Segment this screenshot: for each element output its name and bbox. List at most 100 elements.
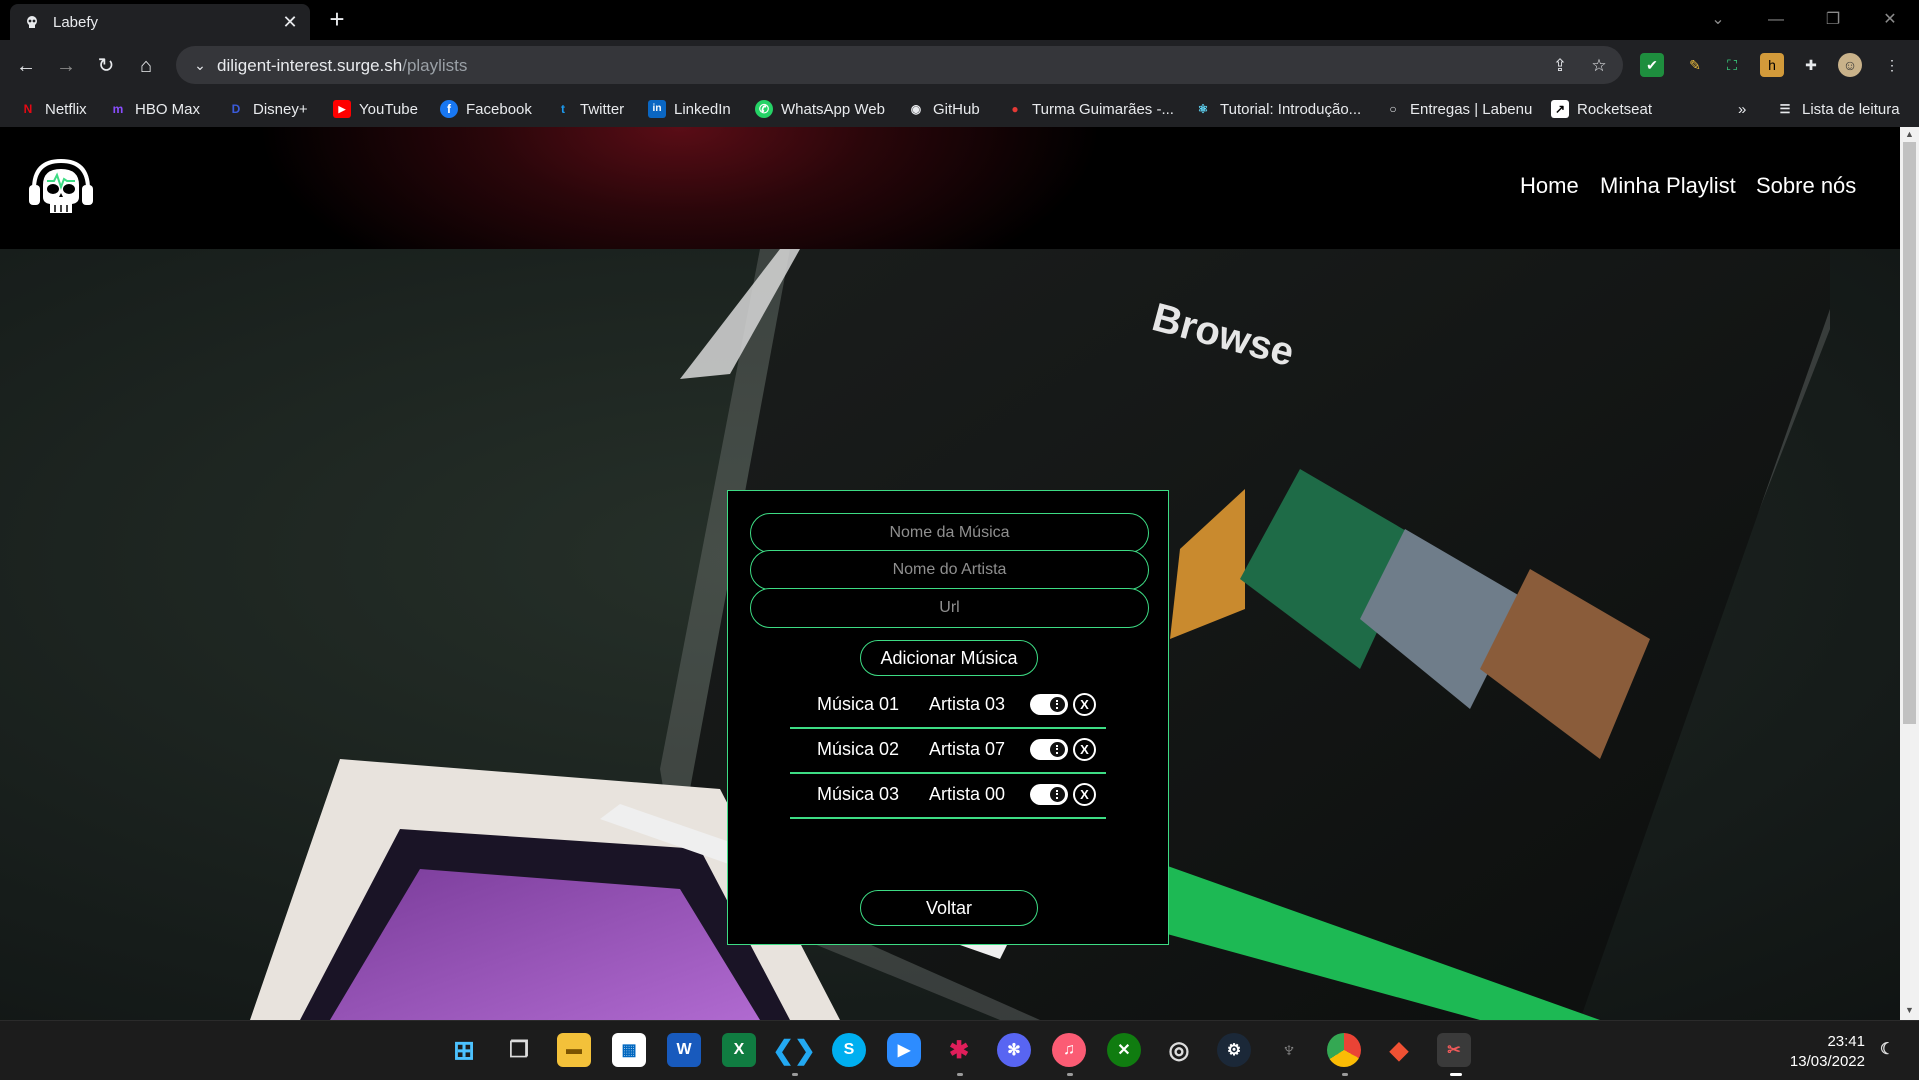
extensions-puzzle-icon[interactable]: ✚ bbox=[1799, 53, 1823, 77]
page-scrollbar[interactable]: ▲ ▼ bbox=[1900, 127, 1919, 1020]
new-tab-icon[interactable]: + bbox=[324, 6, 350, 33]
share-icon[interactable]: ⇪ bbox=[1549, 55, 1571, 77]
ms-store-icon[interactable]: ▦ bbox=[612, 1033, 646, 1067]
tab-search-icon[interactable]: ⌄ bbox=[1706, 8, 1730, 32]
scrollbar-thumb[interactable] bbox=[1903, 142, 1916, 724]
word-icon[interactable]: W bbox=[667, 1033, 701, 1067]
running-indicator bbox=[957, 1073, 963, 1076]
running-indicator bbox=[1342, 1073, 1348, 1076]
running-indicator bbox=[792, 1073, 798, 1076]
toggle-knob-icon bbox=[1050, 697, 1065, 712]
nav-minha-playlist[interactable]: Minha Playlist bbox=[1600, 173, 1736, 199]
zoom-icon[interactable]: ▶ bbox=[887, 1033, 921, 1067]
play-toggle[interactable] bbox=[1030, 694, 1068, 715]
nav-sobre-nos[interactable]: Sobre nós bbox=[1756, 173, 1856, 199]
facebook-icon: f bbox=[440, 100, 458, 118]
bookmark-linkedin[interactable]: in LinkedIn bbox=[648, 99, 731, 119]
apple-red-icon: ● bbox=[1011, 102, 1019, 116]
skull-favicon-icon bbox=[27, 16, 37, 28]
play-toggle[interactable] bbox=[1030, 739, 1068, 760]
delete-track-button[interactable]: X bbox=[1073, 693, 1096, 716]
tab-labefy[interactable]: Labefy ✕ bbox=[10, 4, 310, 40]
scroll-down-icon[interactable]: ▼ bbox=[1904, 1005, 1915, 1016]
play-toggle[interactable] bbox=[1030, 784, 1068, 805]
profile-avatar[interactable]: ☺ bbox=[1838, 53, 1862, 77]
add-music-button[interactable]: Adicionar Música bbox=[860, 640, 1038, 676]
delete-track-button[interactable]: X bbox=[1073, 783, 1096, 806]
track-artist-name: Artista 00 bbox=[929, 784, 1006, 804]
task-view-icon[interactable]: ❐ bbox=[502, 1033, 536, 1067]
close-tab-icon[interactable]: ✕ bbox=[280, 12, 300, 32]
nav-home[interactable]: Home bbox=[1520, 173, 1579, 199]
hero-background-photo: Browse Adicionar Música Música 01 Artist… bbox=[0, 249, 1900, 1020]
excel-icon[interactable]: X bbox=[722, 1033, 756, 1067]
track-row: Música 02 Artista 07 X bbox=[790, 729, 1106, 774]
bookmark-rocketseat[interactable]: ↗ Rocketseat bbox=[1551, 99, 1652, 119]
delete-track-button[interactable]: X bbox=[1073, 738, 1096, 761]
url-input[interactable] bbox=[750, 588, 1149, 628]
windows-start-icon[interactable]: ⊞ bbox=[447, 1033, 481, 1067]
system-clock[interactable]: 23:41 13/03/2022 bbox=[1790, 1032, 1865, 1072]
steam-icon[interactable]: ⚙ bbox=[1217, 1033, 1251, 1067]
bookmark-disney-plus[interactable]: D Disney+ bbox=[227, 99, 308, 119]
bookmark-turma-guimaraes[interactable]: ● Turma Guimarães -... bbox=[1006, 99, 1174, 119]
bookmark-twitter[interactable]: t Twitter bbox=[554, 99, 624, 119]
xbox-icon[interactable]: ✕ bbox=[1107, 1033, 1141, 1067]
reload-icon[interactable]: ↻ bbox=[92, 52, 120, 80]
vscode-icon[interactable]: ❮❯ bbox=[772, 1033, 816, 1067]
track-song-name: Música 02 bbox=[817, 739, 900, 759]
bookmark-youtube[interactable]: ▶ YouTube bbox=[333, 99, 418, 119]
twitter-icon: t bbox=[561, 102, 565, 116]
reading-list[interactable]: ☰ Lista de leitura bbox=[1776, 99, 1900, 119]
address-bar[interactable]: ⌄ diligent-interest.surge.sh/playlists ⇪… bbox=[176, 46, 1623, 84]
back-button[interactable]: Voltar bbox=[860, 890, 1038, 926]
toggle-knob-icon bbox=[1050, 742, 1065, 757]
git-kraken-icon[interactable]: ◆ bbox=[1382, 1033, 1416, 1067]
scroll-up-icon[interactable]: ▲ bbox=[1904, 129, 1915, 140]
screenshot-extension-icon[interactable]: ⛶ bbox=[1720, 53, 1744, 77]
skull-headphones-logo[interactable] bbox=[26, 153, 96, 223]
menu-kebab-icon[interactable]: ⋮ bbox=[1880, 53, 1904, 77]
bookmark-netflix[interactable]: N Netflix bbox=[19, 99, 87, 119]
clock-date: 13/03/2022 bbox=[1789, 1053, 1865, 1070]
slack-icon[interactable]: ✱ bbox=[942, 1033, 976, 1067]
chrome-icon[interactable] bbox=[1327, 1033, 1361, 1067]
tools-extension-icon[interactable]: ✎ bbox=[1683, 53, 1707, 77]
notification-icon[interactable]: ☾ bbox=[1873, 1035, 1901, 1063]
artist-name-input[interactable] bbox=[750, 550, 1149, 590]
bookmark-entregas-labenu[interactable]: ○ Entregas | Labenu bbox=[1384, 99, 1532, 119]
bookmarks-overflow-icon[interactable]: » bbox=[1738, 99, 1746, 119]
bookmark-github[interactable]: ◉ GitHub bbox=[907, 99, 980, 119]
hbo-max-icon: m bbox=[112, 102, 124, 116]
url-text[interactable]: diligent-interest.surge.sh/playlists bbox=[217, 56, 467, 76]
settings-gear-icon[interactable]: ✻ bbox=[997, 1033, 1031, 1067]
honey-extension-icon[interactable]: h bbox=[1760, 53, 1784, 77]
bookmark-facebook[interactable]: f Facebook bbox=[440, 99, 532, 119]
predator-sense-icon[interactable]: ♆ bbox=[1272, 1033, 1306, 1067]
track-song-name: Música 01 bbox=[817, 694, 900, 714]
snipping-tool-icon[interactable]: ✂ bbox=[1437, 1033, 1471, 1067]
forward-icon[interactable]: → bbox=[52, 52, 80, 80]
toggle-knob-icon bbox=[1050, 787, 1065, 802]
skype-icon[interactable]: S bbox=[832, 1033, 866, 1067]
track-song-name: Música 03 bbox=[817, 784, 900, 804]
close-window-icon[interactable]: ✕ bbox=[1878, 8, 1902, 32]
page-viewport: Home Minha Playlist Sobre nós Browse Nom… bbox=[0, 127, 1900, 1020]
shield-extension-icon[interactable]: ✔ bbox=[1640, 53, 1664, 77]
active-indicator bbox=[1450, 1073, 1462, 1076]
bookmark-whatsapp-web[interactable]: ✆ WhatsApp Web bbox=[755, 99, 885, 119]
file-explorer-icon[interactable]: ▬ bbox=[557, 1033, 591, 1067]
back-icon[interactable]: ← bbox=[12, 52, 40, 80]
track-artist-name: Artista 07 bbox=[929, 739, 1006, 759]
bookmark-hbo-max[interactable]: m HBO Max bbox=[109, 99, 200, 119]
restore-icon[interactable]: ❐ bbox=[1821, 8, 1845, 32]
minimize-icon[interactable]: — bbox=[1764, 8, 1788, 32]
bookmark-star-icon[interactable]: ☆ bbox=[1588, 55, 1610, 77]
home-icon[interactable]: ⌂ bbox=[132, 52, 160, 80]
itunes-icon[interactable]: ♫ bbox=[1052, 1033, 1086, 1067]
bookmark-tutorial-introducao[interactable]: ⚛ Tutorial: Introdução... bbox=[1194, 99, 1362, 119]
site-info-icon[interactable]: ⌄ bbox=[190, 55, 210, 75]
song-name-input[interactable] bbox=[750, 513, 1149, 553]
obs-icon[interactable]: ◎ bbox=[1162, 1033, 1196, 1067]
running-indicator bbox=[1067, 1073, 1073, 1076]
